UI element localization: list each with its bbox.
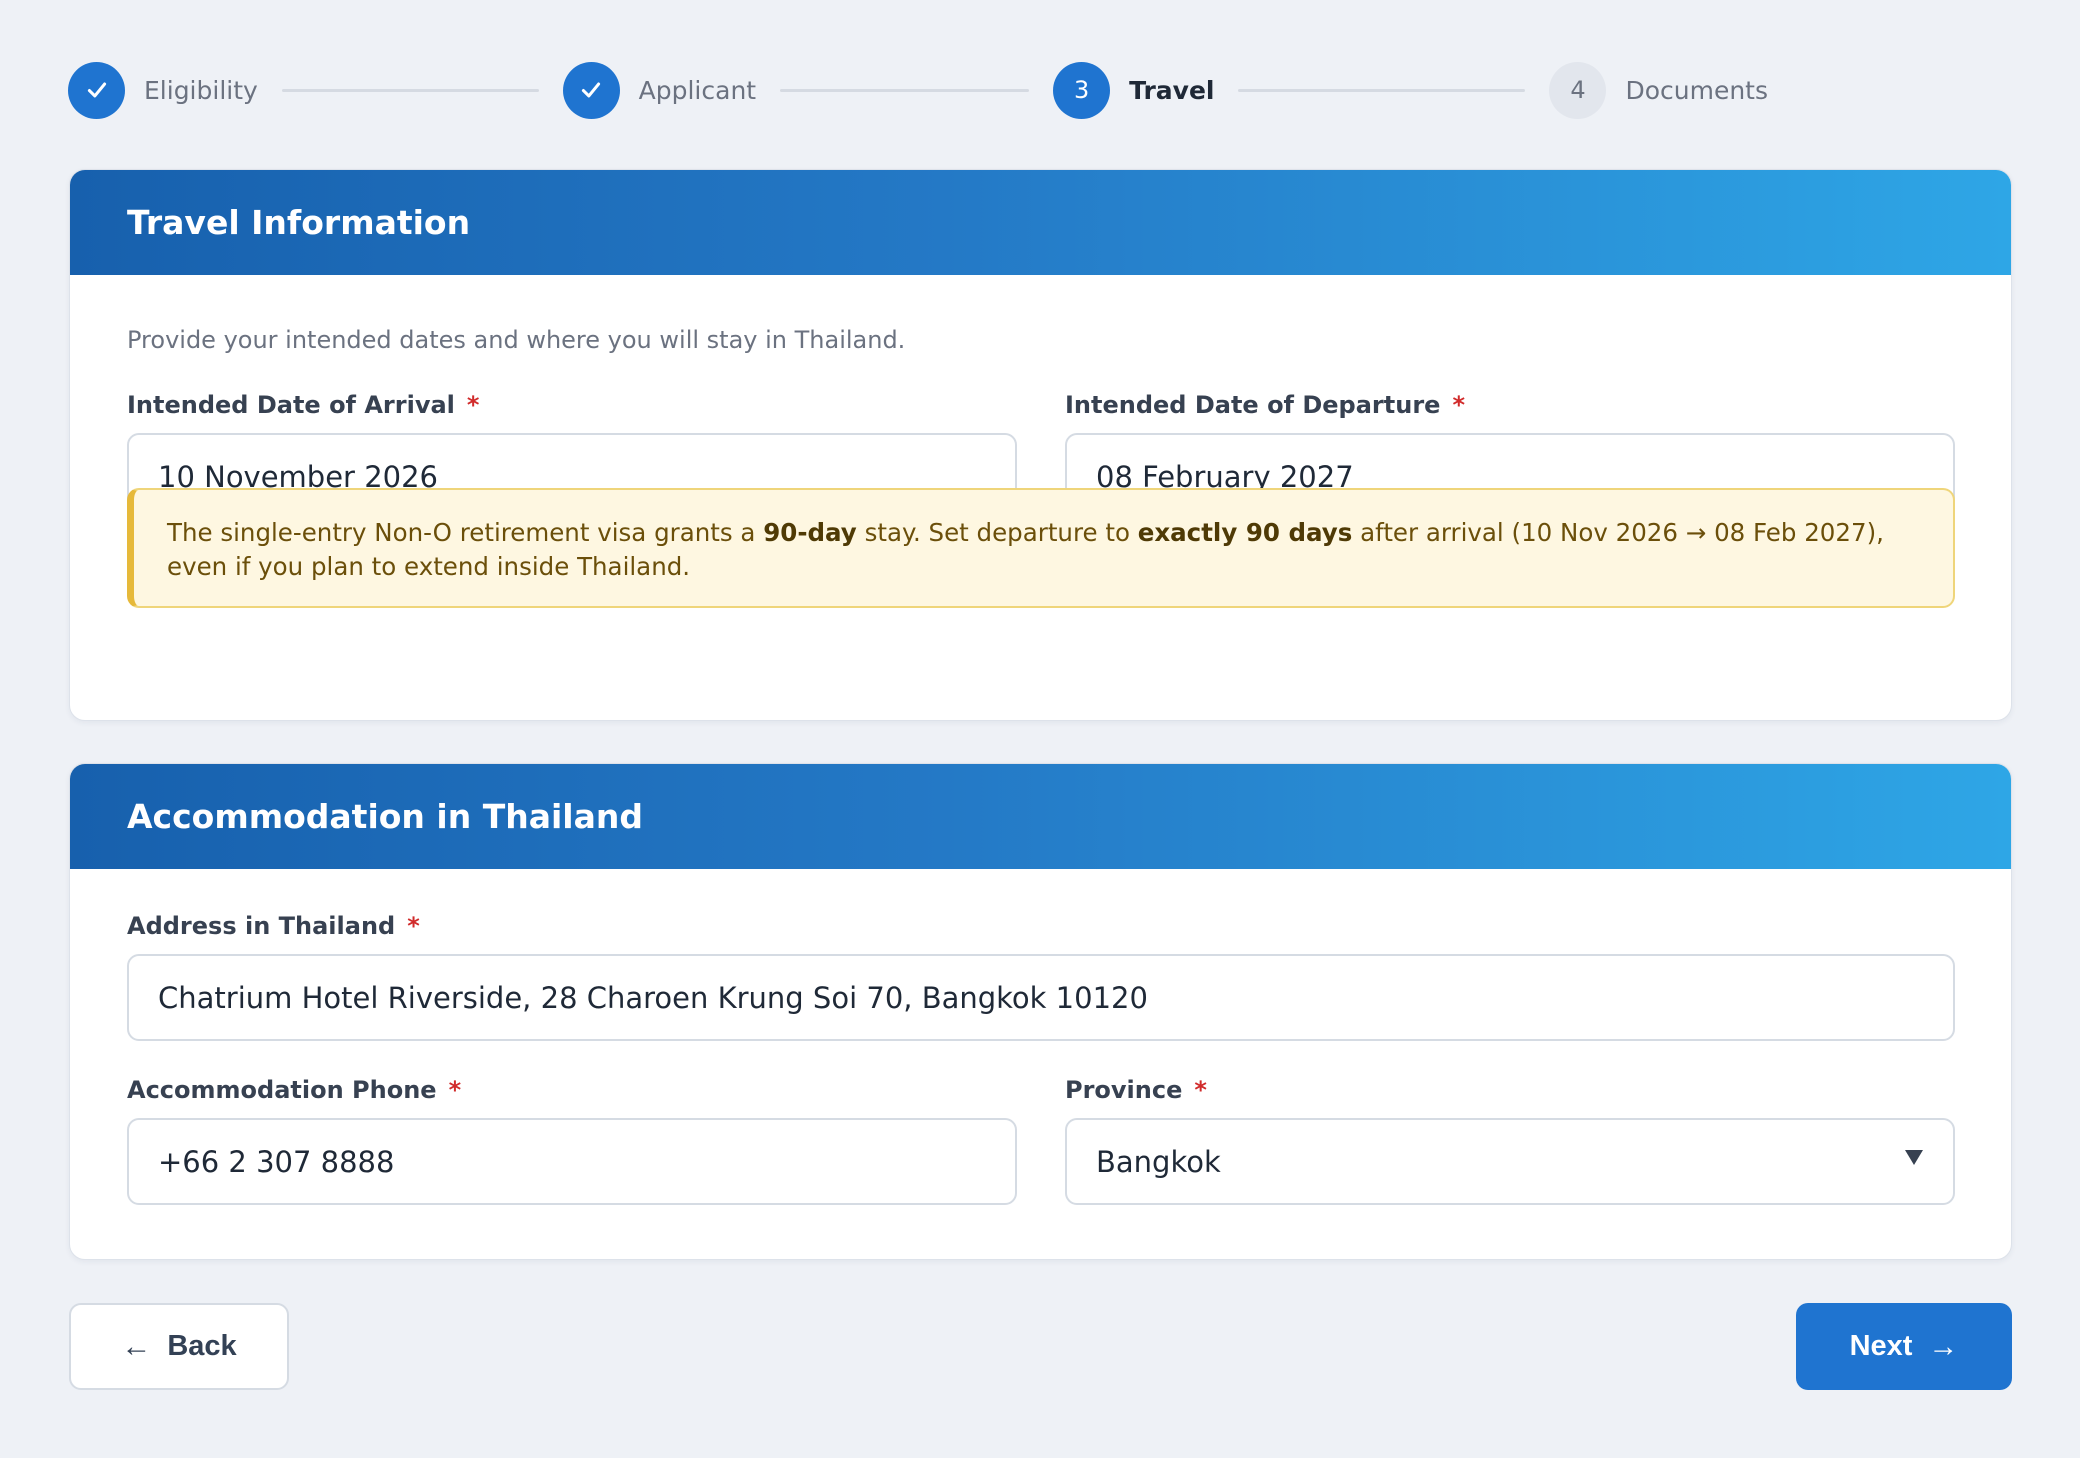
required-marker: *: [1452, 391, 1465, 419]
arrow-right-icon: →: [1928, 1329, 1959, 1363]
address-input[interactable]: Chatrium Hotel Riverside, 28 Charoen Kru…: [127, 954, 1955, 1041]
card-title: Travel Information: [70, 170, 2011, 275]
back-button[interactable]: ← Back: [69, 1303, 289, 1390]
departure-date-label: Intended Date of Departure *: [1065, 391, 1465, 419]
next-button[interactable]: Next →: [1796, 1303, 2012, 1390]
step-connector: [281, 88, 539, 92]
check-icon: [68, 61, 125, 119]
arrival-date-label: Intended Date of Arrival *: [127, 391, 480, 419]
progress-stepper: Eligibility Applicant 3 Travel 4 Documen…: [68, 60, 1768, 120]
province-label: Province *: [1065, 1076, 1207, 1104]
check-icon: [562, 61, 620, 119]
step-label: Eligibility: [144, 75, 258, 105]
arrow-left-icon: ←: [121, 1329, 152, 1363]
step-connector: [780, 88, 1030, 92]
phone-label: Accommodation Phone *: [127, 1076, 462, 1104]
travel-info-card: Travel Information Provide your intended…: [69, 169, 2012, 721]
step-label: Applicant: [638, 75, 757, 105]
step-applicant[interactable]: Applicant: [562, 61, 757, 119]
step-label: Documents: [1625, 75, 1768, 105]
step-eligibility[interactable]: Eligibility: [68, 61, 258, 119]
address-label: Address in Thailand *: [127, 912, 420, 940]
step-number: 3: [1053, 61, 1111, 119]
phone-input[interactable]: +66 2 307 8888: [127, 1118, 1017, 1205]
visa-duration-alert: The single-entry Non-O retirement visa g…: [127, 488, 1955, 608]
required-marker: *: [466, 391, 480, 419]
step-connector: [1238, 88, 1526, 92]
step-documents[interactable]: 4 Documents: [1549, 61, 1768, 119]
required-marker: *: [407, 912, 420, 940]
section-description: Provide your intended dates and where yo…: [127, 326, 906, 354]
step-travel[interactable]: 3 Travel: [1053, 61, 1215, 119]
step-label: Travel: [1129, 75, 1215, 105]
chevron-down-icon: [1905, 1150, 1923, 1165]
accommodation-card: Accommodation in Thailand Address in Tha…: [69, 763, 2012, 1260]
required-marker: *: [448, 1076, 462, 1104]
card-title: Accommodation in Thailand: [70, 764, 2011, 869]
step-number: 4: [1549, 61, 1607, 119]
required-marker: *: [1194, 1076, 1207, 1104]
province-select[interactable]: Bangkok: [1065, 1118, 1955, 1205]
